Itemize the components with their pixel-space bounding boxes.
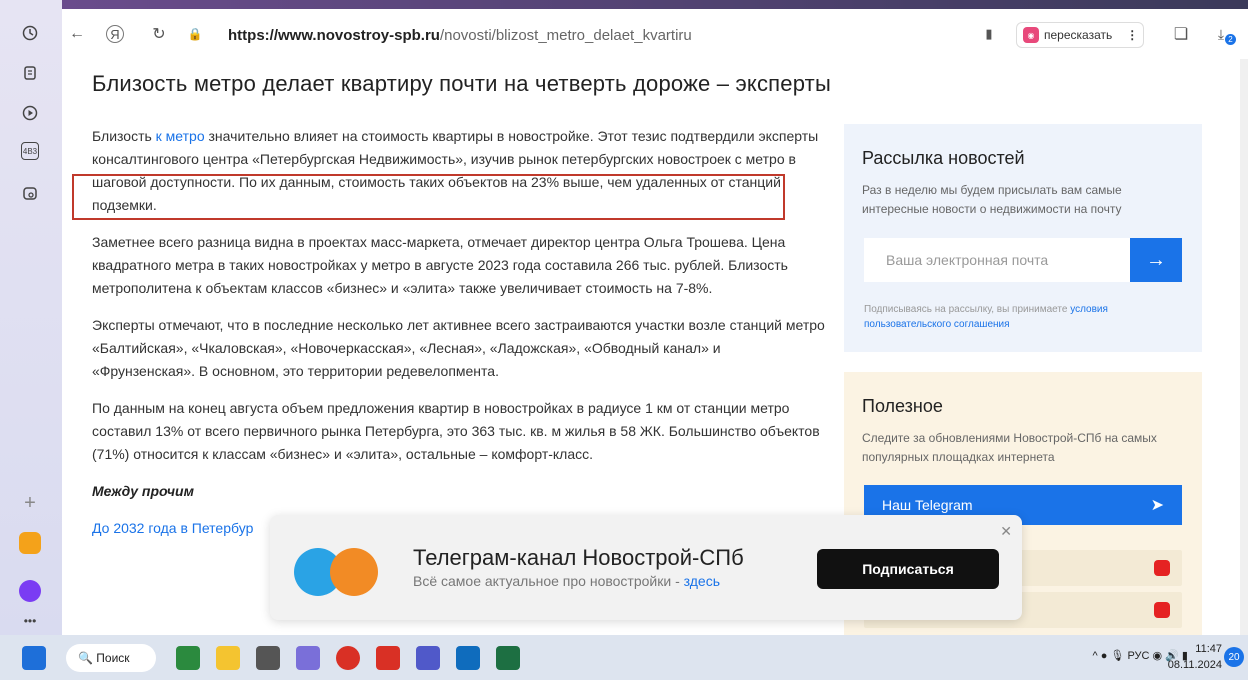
email-placeholder[interactable]: Ваша электронная почта: [864, 238, 1130, 282]
history-icon[interactable]: [19, 22, 41, 44]
yandex-icon-taskbar[interactable]: [376, 646, 400, 670]
more-icon[interactable]: •••: [19, 610, 41, 632]
yandex-browser-icon[interactable]: [336, 646, 360, 670]
language-indicator[interactable]: РУС: [1127, 650, 1149, 662]
popup-here-link[interactable]: здесь: [684, 573, 720, 589]
outlook-icon[interactable]: [456, 646, 480, 670]
teams-icon[interactable]: [416, 646, 440, 670]
clock[interactable]: 11:47 08.11.2024: [1168, 641, 1222, 673]
notifications-badge[interactable]: 20: [1224, 647, 1244, 667]
building-logo-icon: [330, 548, 378, 596]
retell-label: пересказать: [1044, 28, 1113, 42]
popup-title: Телеграм-канал Новострой-СПб: [413, 545, 744, 570]
video-badge-icon[interactable]: 4B3: [21, 142, 39, 160]
back-icon[interactable]: ←: [66, 23, 88, 45]
lock-icon: 🔒: [187, 27, 203, 41]
popup-subtitle: Всё самое актуальное про новостройки - з…: [413, 573, 721, 589]
alice-icon[interactable]: [19, 580, 41, 602]
url-text[interactable]: https://www.novostroy-spb.ru/novosti/bli…: [228, 27, 692, 44]
article-paragraph-3: Эксперты отмечают, что в последние неско…: [92, 317, 825, 379]
by-the-way-heading: Между прочим: [92, 483, 194, 499]
social-icon: [1154, 560, 1170, 576]
notes-icon[interactable]: [19, 62, 41, 84]
reload-icon[interactable]: ↻: [148, 23, 170, 45]
useful-title: Полезное: [862, 396, 943, 416]
mail-app-icon[interactable]: [19, 532, 41, 554]
newsletter-note: Подписываясь на рассылку, вы принимаете …: [864, 304, 1108, 330]
clock-date: 08.11.2024: [1167, 659, 1222, 671]
useful-desc: Следите за обновлениями Новострой-СПб на…: [862, 431, 1157, 464]
explorer-icon[interactable]: [216, 646, 240, 670]
calculator-icon[interactable]: [256, 646, 280, 670]
highlight-box: [72, 174, 785, 220]
taskbar: 🔍 Поиск ^ ● 🎙 РУС ◉ 🔊 ▮ 11:47 08.11.2024…: [0, 635, 1248, 680]
telegram-popup: Телеграм-канал Новострой-СПб Всё самое а…: [270, 515, 1022, 620]
excel-icon[interactable]: [496, 646, 520, 670]
downloads-icon[interactable]: ⤓ 2: [1210, 23, 1236, 45]
taskbar-search[interactable]: 🔍 Поиск: [66, 644, 156, 672]
collections-icon[interactable]: ❏: [1170, 23, 1192, 45]
clock-time: 11:47: [1195, 643, 1222, 655]
browser-sidebar: 4B3 + •••: [0, 0, 62, 635]
newsletter-title: Рассылка новостей: [862, 148, 1025, 168]
arrow-right-icon[interactable]: →: [1130, 238, 1182, 282]
newsletter-block: Рассылка новостей Раз в неделю мы будем …: [844, 124, 1202, 352]
email-field[interactable]: Ваша электронная почта →: [864, 238, 1182, 282]
camera-icon[interactable]: [19, 182, 41, 204]
subscribe-button[interactable]: Подписаться: [817, 549, 999, 589]
bookmark-icon[interactable]: ▮: [978, 23, 1000, 45]
retell-icon: ◉: [1023, 27, 1039, 43]
edge-icon[interactable]: [176, 646, 200, 670]
article-paragraph-2: Заметнее всего разница видна в проектах …: [92, 234, 788, 296]
newsletter-desc: Раз в неделю мы будем присылать вам самы…: [862, 183, 1122, 216]
address-bar: ← Я ↻ 🔒 https://www.novostroy-spb.ru/nov…: [62, 9, 1248, 59]
windows-start-icon[interactable]: [22, 646, 46, 670]
article-title: Близость метро делает квартиру почти на …: [92, 71, 831, 96]
menu-dots-icon[interactable]: ⋮: [1126, 28, 1138, 42]
play-icon[interactable]: [19, 102, 41, 124]
telegram-button-label: Наш Telegram: [882, 497, 973, 513]
window-top-strip: [62, 0, 1248, 9]
article-paragraph-4: По данным на конец августа объем предлож…: [92, 400, 820, 462]
taskbar-search-label: Поиск: [96, 651, 130, 665]
close-icon[interactable]: ✕: [1000, 523, 1012, 540]
metro-link[interactable]: к метро: [156, 128, 205, 144]
youtube-icon: [1154, 602, 1170, 618]
retell-button[interactable]: ◉ пересказать ⋮: [1016, 22, 1144, 48]
telegram-plane-icon: ➤: [1150, 497, 1164, 514]
scrollbar[interactable]: [1240, 59, 1248, 635]
app-icon[interactable]: [296, 646, 320, 670]
yandex-icon[interactable]: Я: [106, 25, 124, 43]
add-panel-icon[interactable]: +: [19, 492, 41, 514]
